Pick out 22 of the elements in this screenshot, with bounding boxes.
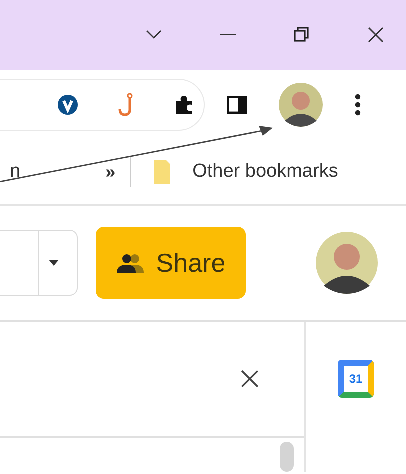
avatar-icon[interactable]	[316, 232, 378, 294]
close-icon[interactable]	[368, 27, 384, 43]
calendar-icon[interactable]: 31	[338, 360, 374, 398]
menu-icon[interactable]	[355, 94, 361, 116]
avatar-icon[interactable]	[279, 83, 323, 127]
puzzle-icon[interactable]	[174, 95, 194, 115]
people-icon	[116, 253, 146, 273]
share-button[interactable]: Share	[96, 227, 246, 299]
close-icon[interactable]	[241, 370, 259, 388]
hook-icon[interactable]	[118, 93, 134, 117]
extension-icon[interactable]	[58, 95, 78, 115]
bookmark-folder[interactable]: Other bookmarks	[192, 161, 338, 183]
more-bookmarks-button[interactable]: »	[106, 162, 116, 182]
folder-icon	[152, 159, 171, 185]
minimize-icon[interactable]	[220, 34, 236, 36]
bookmark-link[interactable]: n	[10, 161, 21, 183]
caret-icon	[49, 260, 59, 266]
tab-search-icon[interactable]	[146, 30, 162, 40]
restore-icon[interactable]	[294, 27, 310, 43]
scrollbar-thumb[interactable]	[280, 442, 294, 472]
side-panel-icon[interactable]	[227, 96, 247, 114]
address-bar[interactable]	[0, 79, 205, 131]
